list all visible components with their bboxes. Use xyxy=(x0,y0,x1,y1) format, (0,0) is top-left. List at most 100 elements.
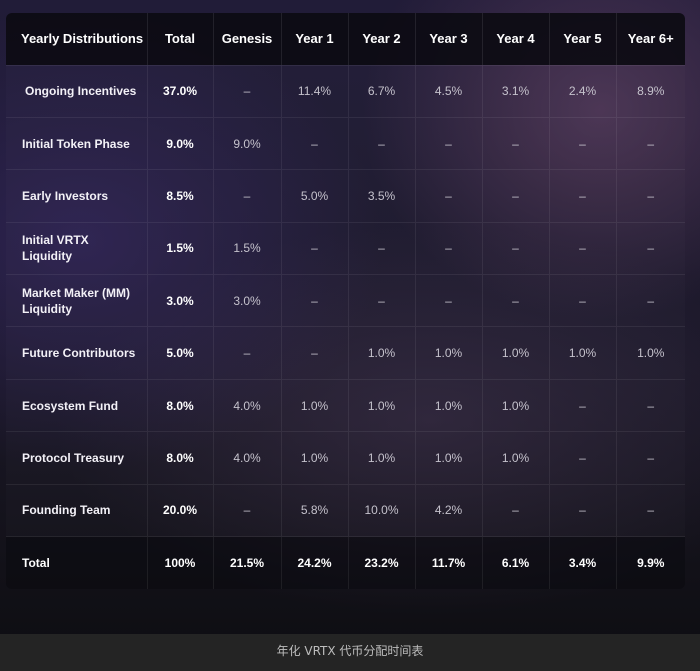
table-cell: 1.0% xyxy=(415,326,483,380)
row-label: Founding Team xyxy=(6,483,148,537)
table-cell: 1.0% xyxy=(348,431,416,485)
table-cell: 11.4% xyxy=(281,64,349,118)
table-cell: 1.0% xyxy=(281,378,349,432)
table-cell: – xyxy=(616,431,685,485)
table-cell: – xyxy=(549,378,617,432)
table-cell: 1.0% xyxy=(482,378,550,432)
table-cell: 10.0% xyxy=(348,483,416,537)
row-label: Ecosystem Fund xyxy=(6,378,148,432)
table-cell: – xyxy=(213,64,282,118)
column-header-year-6-plus: Year 6+ xyxy=(616,13,685,65)
table-cell: 2.4% xyxy=(549,64,617,118)
table-cell: – xyxy=(213,483,282,537)
table-cell: 1.0% xyxy=(415,431,483,485)
table-cell-total: 1.5% xyxy=(147,221,214,275)
table-cell: 4.2% xyxy=(415,483,483,537)
table-cell: – xyxy=(482,483,550,537)
table-cell: 23.2% xyxy=(348,536,416,589)
row-label: Initial VRTX Liquidity xyxy=(6,221,148,275)
table-cell: 5.8% xyxy=(281,483,349,537)
table-row: Initial Token Phase 9.0% 9.0% – – – – – … xyxy=(6,116,685,170)
distribution-table-panel: Yearly Distributions Total Genesis Year … xyxy=(6,13,685,589)
table-cell: – xyxy=(415,169,483,223)
table-cell: 1.0% xyxy=(616,326,685,380)
table-cell-total: 5.0% xyxy=(147,326,214,380)
table-cell: – xyxy=(616,378,685,432)
table-cell-total: 9.0% xyxy=(147,116,214,170)
table-cell: – xyxy=(213,169,282,223)
table-cell: – xyxy=(549,431,617,485)
row-label: Future Contributors xyxy=(6,326,148,380)
table-row: Market Maker (MM) Liquidity 3.0% 3.0% – … xyxy=(6,274,685,327)
table-cell-total: 3.0% xyxy=(147,274,214,327)
column-header-total: Total xyxy=(147,13,214,65)
table-cell: – xyxy=(415,274,483,327)
table-cell: – xyxy=(616,274,685,327)
table-cell: 24.2% xyxy=(281,536,349,589)
column-header-genesis: Genesis xyxy=(213,13,282,65)
table-cell: 6.1% xyxy=(482,536,550,589)
table-cell: – xyxy=(549,274,617,327)
table-cell: – xyxy=(348,274,416,327)
column-header-yearly-distributions: Yearly Distributions xyxy=(6,13,148,65)
table-cell-total: 20.0% xyxy=(147,483,214,537)
table-header-row: Yearly Distributions Total Genesis Year … xyxy=(6,13,685,65)
table-cell: – xyxy=(549,221,617,275)
table-cell: 6.7% xyxy=(348,64,416,118)
distribution-table: Yearly Distributions Total Genesis Year … xyxy=(6,13,685,589)
table-cell: – xyxy=(616,116,685,170)
table-cell: 1.0% xyxy=(348,326,416,380)
table-cell: – xyxy=(281,326,349,380)
table-cell: – xyxy=(281,116,349,170)
table-cell: 5.0% xyxy=(281,169,349,223)
table-cell: 9.0% xyxy=(213,116,282,170)
row-label: Protocol Treasury xyxy=(6,431,148,485)
page-background: Yearly Distributions Total Genesis Year … xyxy=(0,0,700,671)
column-header-year-5: Year 5 xyxy=(549,13,617,65)
table-cell: 1.0% xyxy=(549,326,617,380)
table-row: Ongoing Incentives 37.0% – 11.4% 6.7% 4.… xyxy=(6,64,685,118)
table-cell: – xyxy=(616,169,685,223)
table-cell: – xyxy=(549,169,617,223)
table-cell: 4.5% xyxy=(415,64,483,118)
row-label: Total xyxy=(6,536,148,589)
table-cell: 1.0% xyxy=(281,431,349,485)
table-row: Early Investors 8.5% – 5.0% 3.5% – – – – xyxy=(6,169,685,223)
table-cell: 1.5% xyxy=(213,221,282,275)
table-cell: 3.1% xyxy=(482,64,550,118)
table-cell: – xyxy=(348,221,416,275)
column-header-year-4: Year 4 xyxy=(482,13,550,65)
column-header-year-1: Year 1 xyxy=(281,13,349,65)
table-cell-total: 8.0% xyxy=(147,431,214,485)
table-cell: – xyxy=(415,116,483,170)
column-header-year-2: Year 2 xyxy=(348,13,416,65)
table-row: Initial VRTX Liquidity 1.5% 1.5% – – – –… xyxy=(6,221,685,275)
table-cell: 1.0% xyxy=(482,431,550,485)
table-cell: 1.0% xyxy=(415,378,483,432)
table-cell: 11.7% xyxy=(415,536,483,589)
table-cell: – xyxy=(213,326,282,380)
table-cell: 4.0% xyxy=(213,431,282,485)
row-label: Ongoing Incentives xyxy=(6,64,148,118)
row-label: Initial Token Phase xyxy=(6,116,148,170)
table-row: Future Contributors 5.0% – – 1.0% 1.0% 1… xyxy=(6,326,685,380)
table-cell: 1.0% xyxy=(482,326,550,380)
table-cell-total: 8.0% xyxy=(147,378,214,432)
row-label: Market Maker (MM) Liquidity xyxy=(6,274,148,327)
table-cell: – xyxy=(482,116,550,170)
table-cell: – xyxy=(415,221,483,275)
table-cell: 1.0% xyxy=(348,378,416,432)
table-cell: 3.0% xyxy=(213,274,282,327)
table-cell: 21.5% xyxy=(213,536,282,589)
table-cell: 8.9% xyxy=(616,64,685,118)
table-cell: – xyxy=(281,221,349,275)
table-cell: – xyxy=(482,221,550,275)
table-cell: 4.0% xyxy=(213,378,282,432)
image-caption: 年化 VRTX 代币分配时间表 xyxy=(0,634,700,671)
table-cell: – xyxy=(616,483,685,537)
table-cell: 3.4% xyxy=(549,536,617,589)
table-cell: – xyxy=(616,221,685,275)
table-cell: 9.9% xyxy=(616,536,685,589)
table-cell: – xyxy=(549,116,617,170)
table-cell: – xyxy=(549,483,617,537)
